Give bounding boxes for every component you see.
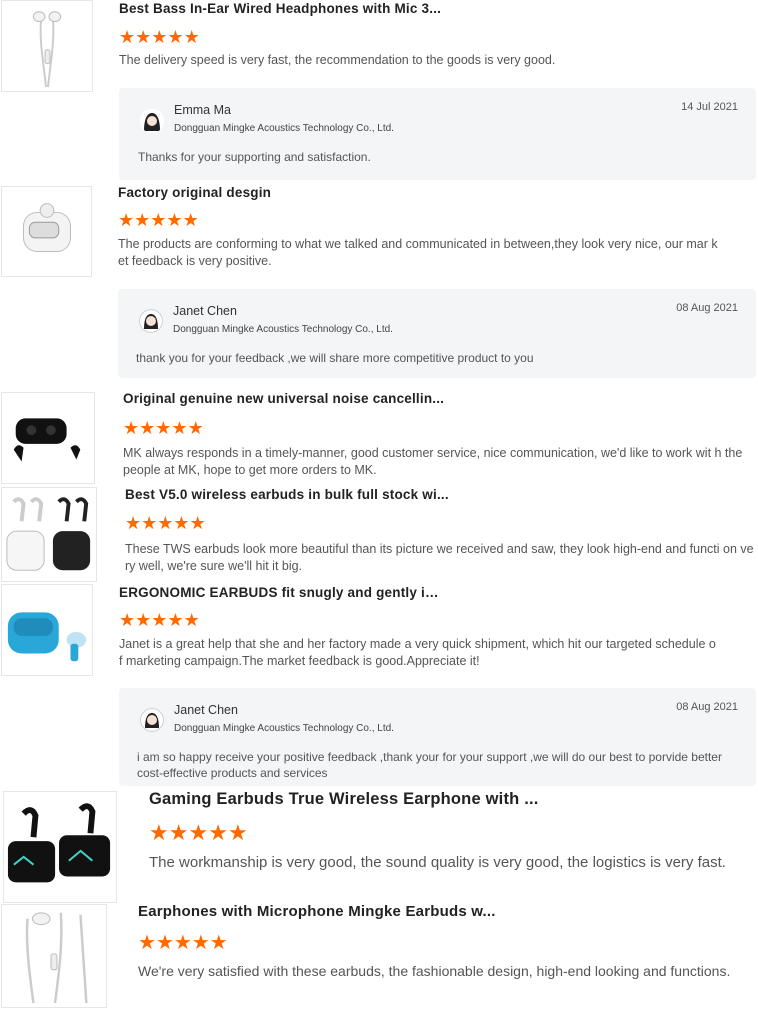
star-icon: ★ (173, 513, 190, 533)
supplier-reply: Janet Chen Dongguan Mingke Acoustics Tec… (118, 289, 756, 378)
star-icon: ★ (208, 820, 228, 845)
reply-author-name: Janet Chen (173, 304, 237, 318)
star-icon: ★ (119, 610, 136, 630)
star-rating: ★ ★ ★ ★ ★ (149, 822, 248, 844)
review-product-title[interactable]: ERGONOMIC EARBUDS fit snugly and gently … (119, 585, 439, 600)
reply-date: 14 Jul 2021 (681, 101, 738, 113)
review-text: We're very satisfied with these earbuds,… (138, 963, 731, 979)
review-text: The workmanship is very good, the sound … (149, 854, 726, 871)
female-avatar-icon (139, 309, 163, 333)
blue-earbuds-case-icon (7, 612, 87, 662)
review-product-title[interactable]: Best Bass In-Ear Wired Headphones with M… (119, 1, 449, 16)
reply-date: 08 Aug 2021 (676, 701, 738, 713)
star-icon: ★ (155, 418, 172, 438)
reply-author-name: Janet Chen (174, 703, 238, 717)
review-product-title[interactable]: Earphones with Microphone Mingke Earbuds… (138, 903, 518, 920)
star-icon: ★ (151, 610, 168, 630)
wired-earphones-icon (25, 912, 88, 1004)
tws-earbuds-icon (6, 497, 91, 571)
product-image[interactable] (1, 904, 107, 1008)
star-icon: ★ (187, 418, 204, 438)
product-image[interactable] (1, 584, 93, 676)
star-rating: ★ ★ ★ ★ ★ (125, 514, 206, 532)
star-rating: ★ ★ ★ ★ ★ (123, 419, 204, 437)
star-icon: ★ (167, 27, 184, 47)
reply-text: i am so happy receive your positive feed… (137, 750, 722, 780)
star-icon: ★ (134, 210, 151, 230)
supplier-reply: Janet Chen Dongguan Mingke Acoustics Tec… (119, 688, 756, 786)
review-product-title[interactable]: Factory original desgin (118, 185, 448, 200)
review-product-title[interactable]: Original genuine new universal noise can… (123, 391, 453, 406)
review-product-title[interactable]: Best V5.0 wireless earbuds in bulk full … (125, 487, 455, 502)
star-icon: ★ (188, 820, 209, 845)
reply-date: 08 Aug 2021 (676, 302, 738, 314)
wired-earphones-icon (32, 11, 62, 88)
star-icon: ★ (125, 513, 142, 533)
star-icon: ★ (135, 27, 152, 47)
reply-text: Thanks for your supporting and satisfact… (138, 150, 371, 164)
star-icon: ★ (150, 210, 167, 230)
product-image[interactable] (3, 791, 117, 903)
reply-company: Dongguan Mingke Acoustics Technology Co.… (174, 123, 394, 134)
star-rating: ★ ★ ★ ★ ★ (138, 933, 228, 953)
star-rating: ★ ★ ★ ★ ★ (119, 28, 200, 46)
review-text: Janet is a great help that she and her f… (119, 637, 716, 668)
product-image[interactable] (1, 0, 93, 92)
star-icon: ★ (155, 932, 174, 954)
star-icon: ★ (227, 820, 248, 845)
female-avatar-icon (140, 708, 164, 732)
reply-company: Dongguan Mingke Acoustics Technology Co.… (173, 324, 393, 335)
star-icon: ★ (168, 820, 189, 845)
star-icon: ★ (182, 210, 199, 230)
star-icon: ★ (183, 27, 200, 47)
black-earbuds-case-icon (13, 418, 81, 462)
star-icon: ★ (138, 932, 156, 954)
star-icon: ★ (157, 513, 174, 533)
white-earbuds-case-icon (23, 203, 71, 253)
reply-company: Dongguan Mingke Acoustics Technology Co.… (174, 723, 394, 734)
star-icon: ★ (141, 513, 158, 533)
star-icon: ★ (119, 27, 136, 47)
supplier-reply: Emma Ma Dongguan Mingke Acoustics Techno… (119, 88, 756, 180)
review-text: The products are conforming to what we t… (118, 237, 718, 268)
star-icon: ★ (118, 210, 135, 230)
female-avatar-icon (140, 109, 164, 133)
star-rating: ★ ★ ★ ★ ★ (118, 211, 199, 229)
star-icon: ★ (171, 418, 188, 438)
reply-author-name: Emma Ma (174, 103, 231, 117)
star-icon: ★ (173, 932, 192, 954)
star-icon: ★ (149, 820, 169, 845)
star-icon: ★ (135, 610, 152, 630)
star-icon: ★ (166, 210, 183, 230)
star-icon: ★ (183, 610, 200, 630)
star-icon: ★ (167, 610, 184, 630)
product-image[interactable] (1, 186, 92, 277)
review-text: These TWS earbuds look more beautiful th… (125, 542, 754, 573)
star-icon: ★ (209, 932, 228, 954)
review-text: The delivery speed is very fast, the rec… (119, 53, 556, 67)
gaming-earbuds-icon (7, 803, 111, 883)
star-icon: ★ (191, 932, 210, 954)
reply-text: thank you for your feedback ,we will sha… (136, 351, 534, 365)
star-icon: ★ (151, 27, 168, 47)
star-rating: ★ ★ ★ ★ ★ (119, 611, 200, 629)
star-icon: ★ (189, 513, 206, 533)
review-text: MK always responds in a timely-manner, g… (123, 446, 743, 477)
star-icon: ★ (123, 418, 140, 438)
star-icon: ★ (139, 418, 156, 438)
review-product-title[interactable]: Gaming Earbuds True Wireless Earphone wi… (149, 790, 549, 809)
product-image[interactable] (1, 392, 95, 484)
product-image[interactable] (1, 487, 97, 582)
